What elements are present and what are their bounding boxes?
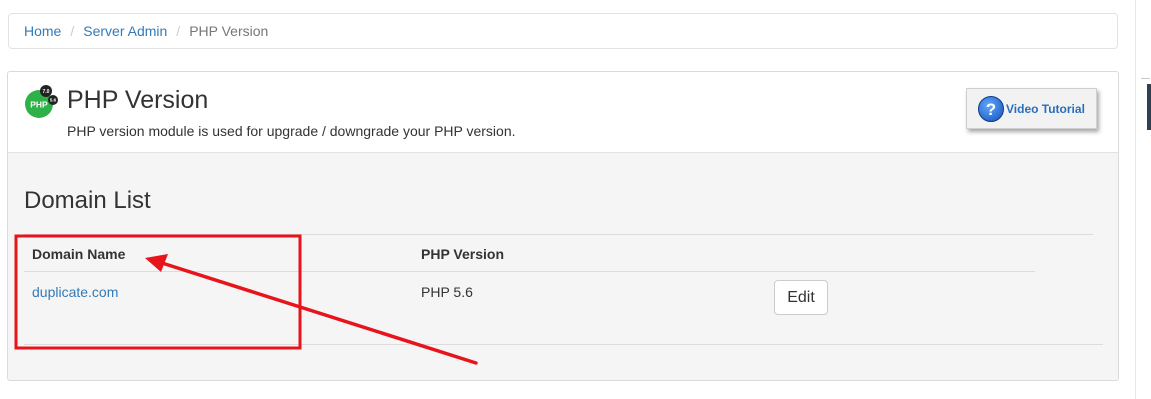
breadcrumb-separator: / bbox=[70, 23, 75, 39]
breadcrumb-home-link[interactable]: Home bbox=[24, 23, 61, 39]
video-tutorial-button[interactable]: ? Video Tutorial bbox=[966, 88, 1097, 129]
svg-text:5.6: 5.6 bbox=[50, 98, 57, 103]
svg-text:7.0: 7.0 bbox=[43, 89, 50, 95]
domain-list-title: Domain List bbox=[24, 187, 151, 214]
page-title: PHP Version bbox=[67, 86, 209, 114]
panel-header: PHP 7.0 5.6 PHP Version PHP version modu… bbox=[8, 72, 1118, 153]
edge-accent-bar bbox=[1147, 84, 1151, 130]
php-version-value: PHP 5.6 bbox=[421, 284, 473, 300]
table-top-divider bbox=[24, 234, 1093, 235]
php-version-panel: PHP 7.0 5.6 PHP Version PHP version modu… bbox=[7, 71, 1119, 381]
edge-divider bbox=[1141, 78, 1150, 79]
breadcrumb-current: PHP Version bbox=[189, 23, 269, 39]
edit-button[interactable]: Edit bbox=[774, 280, 828, 315]
domain-link[interactable]: duplicate.com bbox=[32, 284, 118, 300]
column-header-php-version: PHP Version bbox=[421, 246, 505, 262]
right-edge-strip bbox=[1135, 0, 1151, 399]
help-question-icon: ? bbox=[978, 95, 1004, 122]
breadcrumb: Home / Server Admin / PHP Version bbox=[8, 13, 1118, 49]
svg-text:PHP: PHP bbox=[30, 100, 48, 110]
php-logo-icon: PHP 7.0 5.6 bbox=[25, 85, 58, 118]
breadcrumb-separator: / bbox=[176, 23, 181, 39]
page-subtitle: PHP version module is used for upgrade /… bbox=[67, 123, 516, 139]
column-header-domain-name: Domain Name bbox=[32, 246, 126, 262]
video-tutorial-label: Video Tutorial bbox=[1006, 101, 1085, 116]
table-bottom-divider bbox=[24, 344, 1103, 345]
table-header-divider bbox=[24, 271, 1035, 272]
breadcrumb-server-admin-link[interactable]: Server Admin bbox=[83, 23, 167, 39]
